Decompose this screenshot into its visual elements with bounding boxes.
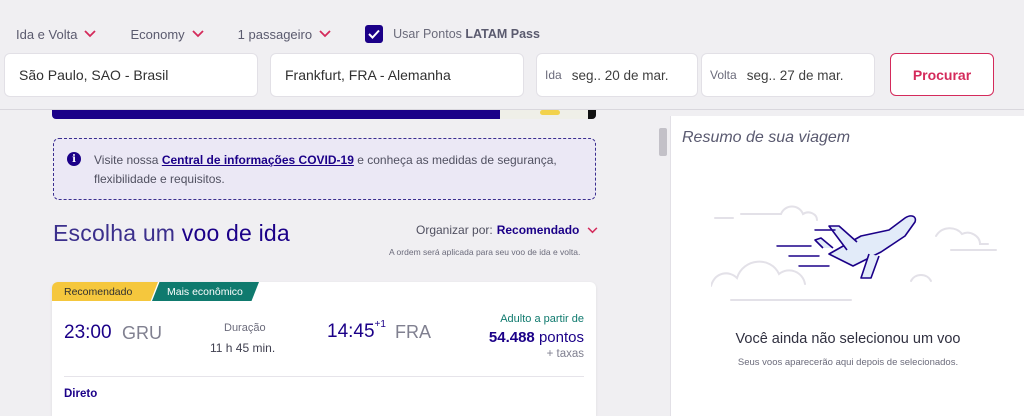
use-points-label: Usar Pontos LATAM Pass: [393, 27, 540, 41]
recommended-tag: Recomendado: [52, 282, 158, 301]
trip-type-dropdown[interactable]: Ida e Volta: [16, 26, 97, 42]
page-title: Escolha um voo de ida: [53, 220, 290, 247]
stops-link[interactable]: Direto: [64, 388, 97, 400]
destination-value: Frankfurt, FRA - Alemanha: [285, 67, 451, 83]
use-points-checkbox[interactable]: [365, 25, 384, 43]
origin-field[interactable]: São Paulo, SAO - Brasil: [4, 53, 258, 97]
sort-note: A ordem será aplicada para seu voo de id…: [389, 247, 581, 257]
departure-date-label: Ida: [545, 68, 562, 82]
use-points-prefix: Usar Pontos: [393, 27, 462, 41]
price-value: 54.488 pontos: [489, 329, 584, 346]
cheapest-tag: Mais econômico: [152, 282, 259, 301]
covid-prefix: Visite nossa: [94, 153, 159, 167]
summary-title: Resumo de sua viagem: [682, 129, 851, 146]
price-label: Adulto a partir de: [500, 313, 584, 325]
sort-value: Recomendado: [496, 223, 580, 237]
duration-value: 11 h 45 min.: [210, 341, 276, 355]
page-title-emphasis: voo de ida: [181, 220, 290, 246]
trip-type-label: Ida e Volta: [16, 26, 78, 42]
search-options-row: Ida e Volta Economy 1 passageiro Usar Po…: [16, 24, 540, 44]
chevron-down-icon: [319, 30, 331, 38]
empty-state-title: Você ainda não selecionou um voo: [735, 331, 961, 347]
search-button[interactable]: Procurar: [890, 53, 994, 96]
chevron-down-icon: [84, 30, 97, 38]
chevron-down-icon: [587, 226, 598, 233]
scrollbar-thumb[interactable]: [659, 128, 667, 156]
arrival-time-value: 14:45: [327, 321, 375, 342]
arrival-time: 14:45+1: [327, 319, 386, 343]
passengers-dropdown[interactable]: 1 passageiro: [238, 27, 331, 42]
arrival-day-offset: +1: [374, 319, 386, 330]
departure-airport-code: GRU: [122, 323, 162, 343]
covid-info-box: i Visite nossa Central de informações CO…: [53, 138, 596, 200]
covid-info-text: Visite nossa Central de informações COVI…: [94, 151, 574, 189]
destination-field[interactable]: Frankfurt, FRA - Alemanha: [270, 53, 524, 97]
origin-value: São Paulo, SAO - Brasil: [19, 67, 169, 83]
departure-date-value: seg.. 20 de mar.: [571, 67, 669, 83]
covid-info-link[interactable]: Central de informações COVID-19: [162, 153, 354, 167]
flight-card[interactable]: Recomendado Mais econômico 23:00 GRU Dur…: [52, 282, 596, 416]
departure-date-field[interactable]: Ida seg.. 20 de mar.: [536, 53, 698, 97]
return-date-value: seg.. 27 de mar.: [746, 67, 844, 83]
price-amount: 54.488: [488, 329, 535, 346]
cabin-label: Economy: [130, 26, 185, 42]
airplane-illustration-icon: [711, 205, 997, 301]
trip-summary-panel: Resumo de sua viagem Você ainda não sele…: [670, 116, 1024, 416]
promo-banner[interactable]: [52, 110, 596, 119]
latam-pass-brand: LATAM Pass: [465, 27, 540, 41]
duration-label: Duração: [224, 322, 266, 334]
return-date-field[interactable]: Volta seg.. 27 de mar.: [701, 53, 875, 97]
empty-state-subtitle: Seus voos aparecerão aqui depois de sele…: [737, 357, 959, 368]
passengers-label: 1 passageiro: [237, 26, 313, 42]
sort-label: Organizar por:: [416, 223, 493, 237]
cabin-dropdown[interactable]: Economy: [130, 26, 204, 42]
search-header: Ida e Volta Economy 1 passageiro Usar Po…: [0, 0, 1024, 110]
checkmark-icon: [368, 29, 380, 39]
info-icon: i: [67, 152, 81, 166]
price-unit: pontos: [538, 329, 584, 346]
use-points-checkbox-row[interactable]: Usar Pontos LATAM Pass: [365, 25, 540, 43]
card-divider: [64, 376, 584, 377]
page-title-prefix: Escolha um: [53, 220, 176, 246]
arrival-airport-code: FRA: [395, 322, 431, 342]
price-taxes: + taxas: [546, 348, 584, 360]
promo-banner-image: [500, 110, 596, 119]
sort-dropdown[interactable]: Organizar por: Recomendado: [416, 223, 598, 237]
return-date-label: Volta: [710, 68, 737, 82]
departure-time: 23:00: [64, 322, 112, 343]
chevron-down-icon: [192, 30, 204, 38]
